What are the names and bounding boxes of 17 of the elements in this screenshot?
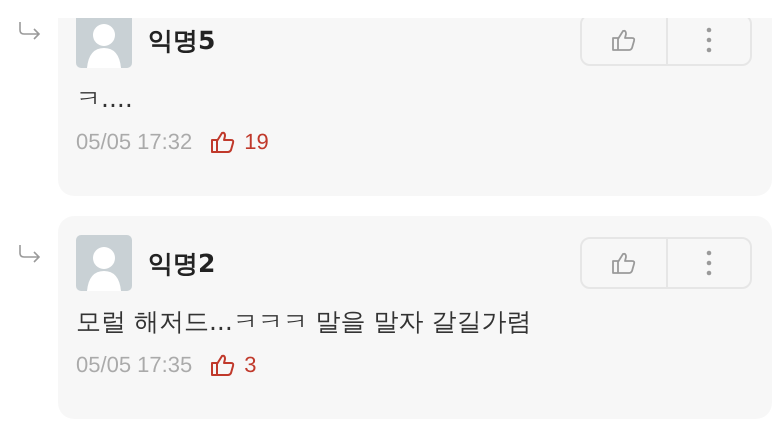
timestamp: 05/05 17:35 (76, 352, 192, 378)
thumbs-up-icon (210, 353, 236, 377)
comment-text: ㅋ.... (76, 83, 134, 115)
reply-arrow-icon (18, 21, 42, 41)
thumbs-up-icon (611, 28, 637, 52)
thumbs-up-icon (210, 130, 236, 154)
comment-text: 모럴 해저드...ㅋㅋㅋ 말을 말자 갈길가렴 (76, 306, 533, 338)
author-name: 익명2 (148, 248, 216, 280)
author-name: 익명5 (148, 24, 216, 56)
avatar-icon (76, 235, 132, 291)
reply-arrow-icon (18, 244, 42, 264)
like-count: 3 (244, 352, 256, 378)
more-icon (706, 27, 712, 53)
thumbs-up-icon (611, 251, 637, 275)
more-icon (706, 250, 712, 276)
like-count: 19 (244, 129, 269, 155)
timestamp: 05/05 17:32 (76, 129, 192, 155)
